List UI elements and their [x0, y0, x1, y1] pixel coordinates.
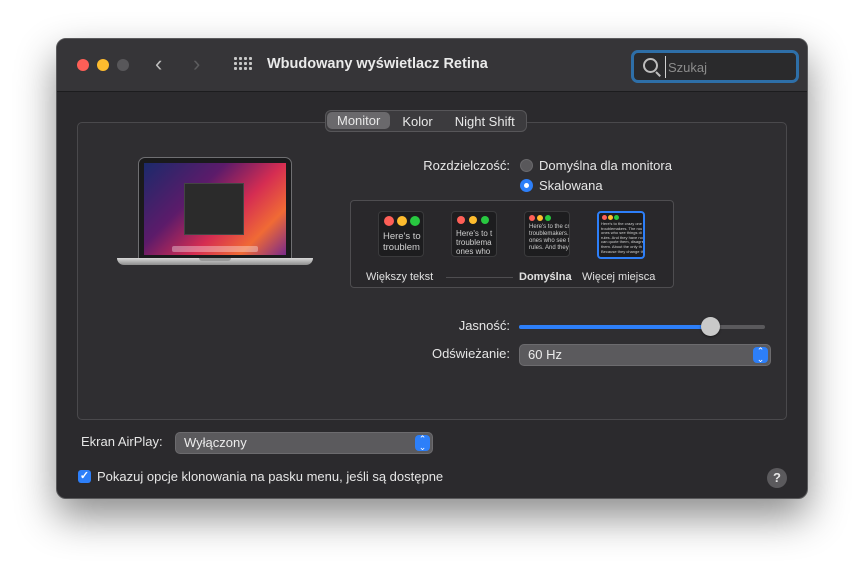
- scale-preview-text: Here's to troublem: [383, 231, 421, 253]
- brightness-slider-knob[interactable]: [700, 317, 720, 336]
- mirror-options-label[interactable]: Pokazuj opcje klonowania na pasku menu, …: [97, 469, 443, 484]
- close-button[interactable]: [77, 59, 89, 71]
- scale-preview-text: Here's to t troublema ones who: [456, 229, 493, 257]
- updown-chevron-icon: ⌃ ⌄: [753, 347, 768, 364]
- scale-option-larger-text[interactable]: Here's to troublem: [378, 211, 424, 257]
- system-preferences-window: ‹ › Wbudowany wyświetlacz Retina Monitor…: [56, 38, 808, 499]
- refresh-rate-select[interactable]: 60 Hz ⌃ ⌄: [519, 344, 771, 366]
- radio-default-label[interactable]: Domyślna dla monitora: [539, 158, 672, 173]
- airplay-value: Wyłączony: [184, 435, 247, 450]
- scale-divider: [446, 277, 513, 278]
- tab-color[interactable]: Kolor: [391, 111, 443, 131]
- tab-monitor[interactable]: Monitor: [327, 112, 391, 129]
- show-all-grid-icon[interactable]: [234, 57, 252, 72]
- search-input[interactable]: [665, 56, 790, 78]
- airplay-label: Ekran AirPlay:: [81, 434, 163, 449]
- scale-label-larger-text: Większy tekst: [366, 271, 434, 283]
- brightness-label: Jasność:: [458, 318, 510, 333]
- airplay-select[interactable]: Wyłączony ⌃ ⌄: [175, 432, 433, 454]
- title-bar: ‹ › Wbudowany wyświetlacz Retina: [57, 39, 807, 92]
- search-field[interactable]: [631, 50, 799, 83]
- window-title: Wbudowany wyświetlacz Retina: [267, 56, 488, 72]
- resolution-label: Rozdzielczość:: [423, 158, 510, 173]
- zoom-button[interactable]: [117, 59, 129, 71]
- tab-night-shift[interactable]: Night Shift: [444, 111, 526, 131]
- mirror-options-checkbox[interactable]: ✓: [78, 470, 91, 483]
- laptop-image: [117, 157, 313, 273]
- updown-chevron-icon: ⌃ ⌄: [415, 435, 430, 452]
- scale-label-more-space: Więcej miejsca: [582, 271, 656, 283]
- refresh-label: Odświeżanie:: [431, 346, 510, 361]
- forward-chevron-icon[interactable]: ›: [193, 51, 200, 77]
- scale-option-more-space[interactable]: Here's to the crazy one troublemakers. T…: [597, 211, 645, 259]
- search-icon: [643, 58, 658, 73]
- brightness-slider[interactable]: [519, 317, 765, 336]
- back-chevron-icon[interactable]: ‹: [155, 51, 162, 77]
- minimize-button[interactable]: [97, 59, 109, 71]
- scaling-options: Here's to troublem Here's to t troublema…: [350, 200, 674, 288]
- brightness-slider-fill: [519, 325, 711, 329]
- refresh-rate-value: 60 Hz: [528, 347, 562, 362]
- scale-option-2[interactable]: Here's to t troublema ones who: [451, 211, 497, 257]
- tab-bar: Monitor Kolor Night Shift: [325, 110, 527, 132]
- radio-default-resolution[interactable]: [520, 159, 533, 172]
- scale-preview-text: Here's to the cr troublemakers. ones who…: [529, 224, 570, 251]
- scale-label-default: Domyślna: [519, 271, 572, 283]
- scale-preview-text: Here's to the crazy one troublemakers. T…: [601, 221, 644, 254]
- scale-option-default[interactable]: Here's to the cr troublemakers. ones who…: [524, 211, 570, 257]
- radio-scaled-resolution[interactable]: [520, 179, 533, 192]
- help-button[interactable]: ?: [767, 468, 787, 488]
- radio-scaled-label[interactable]: Skalowana: [539, 178, 603, 193]
